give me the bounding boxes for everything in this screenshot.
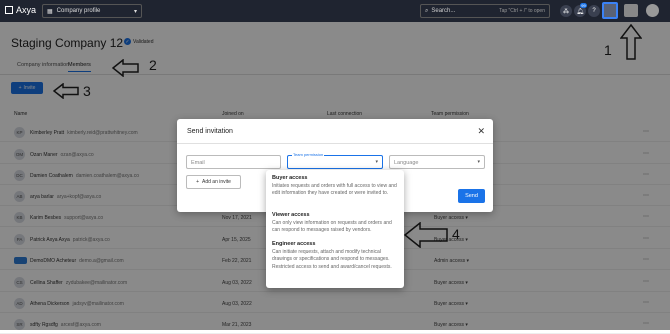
- top-bar: Axya ▦ Company profile ▾ ⌕ Search... Tap…: [0, 0, 670, 22]
- email-field[interactable]: Email: [186, 155, 281, 169]
- annotation-arrow-left-icon: [404, 222, 448, 248]
- option-title: Engineer access: [272, 241, 316, 247]
- modal-divider: [177, 143, 493, 144]
- option-description: Can initiate requests, attach and modify…: [272, 249, 392, 270]
- search-input[interactable]: ⌕ Search... Tap "Ctrl + /" to open: [420, 4, 550, 18]
- chevron-down-icon: ▾: [133, 8, 137, 15]
- grid-icon[interactable]: ⁂: [560, 5, 572, 17]
- chevron-down-icon: ▾: [375, 159, 378, 165]
- close-icon[interactable]: ✕: [477, 126, 485, 137]
- annotation-number-2: 2: [149, 57, 157, 73]
- annotation-arrow-left-icon: [112, 59, 139, 77]
- option-description: Can only view information on requests an…: [272, 220, 392, 234]
- search-icon: ⌕: [425, 7, 429, 14]
- add-invite-button[interactable]: + Add an invite: [186, 175, 241, 189]
- option-buyer-access[interactable]: Buyer access Initiates requests and orde…: [272, 175, 400, 198]
- chevron-down-icon: ▾: [477, 159, 480, 165]
- modal-title: Send invitation: [187, 128, 233, 135]
- app-page: Axya ▦ Company profile ▾ ⌕ Search... Tap…: [0, 0, 670, 334]
- annotation-arrow-up-icon: [620, 24, 642, 60]
- option-title: Buyer access: [272, 175, 308, 181]
- team-permission-select[interactable]: Team permission ▾: [287, 152, 383, 169]
- option-viewer-access[interactable]: Viewer access Can only view information …: [272, 212, 400, 235]
- highlighted-app-icon[interactable]: [602, 2, 618, 19]
- user-avatar[interactable]: [646, 4, 659, 17]
- annotation-number-3: 3: [83, 83, 91, 99]
- option-title: Viewer access: [272, 212, 310, 218]
- building-icon: ▦: [47, 8, 53, 15]
- annotation-number-1: 1: [604, 42, 612, 58]
- logo-text: Axya: [16, 5, 37, 15]
- company-select[interactable]: ▦ Company profile ▾: [42, 4, 142, 18]
- option-engineer-access[interactable]: Engineer access Can initiate requests, a…: [272, 241, 400, 271]
- language-select[interactable]: Language ▾: [389, 155, 485, 169]
- logo-icon: [5, 6, 13, 14]
- plus-icon: +: [196, 179, 199, 185]
- team-permission-label: Team permission: [292, 152, 325, 157]
- search-placeholder: Search...: [431, 8, 456, 14]
- language-placeholder: Language: [394, 160, 419, 166]
- notification-badge: 99: [580, 3, 587, 8]
- annotation-arrow-left-icon: [53, 83, 79, 99]
- help-icon[interactable]: ?: [588, 5, 600, 17]
- company-logo-button[interactable]: [624, 4, 638, 17]
- add-invite-label: Add an invite: [202, 179, 231, 185]
- send-button[interactable]: Send: [458, 189, 485, 203]
- email-placeholder: Email: [191, 160, 205, 166]
- annotation-number-4: 4: [452, 226, 460, 242]
- search-shortcut-hint: Tap "Ctrl + /" to open: [499, 8, 545, 14]
- company-select-label: Company profile: [56, 8, 101, 14]
- team-permission-dropdown: Buyer access Initiates requests and orde…: [266, 170, 404, 288]
- app-logo[interactable]: Axya: [5, 5, 36, 15]
- option-description: Initiates requests and orders with full …: [272, 183, 397, 197]
